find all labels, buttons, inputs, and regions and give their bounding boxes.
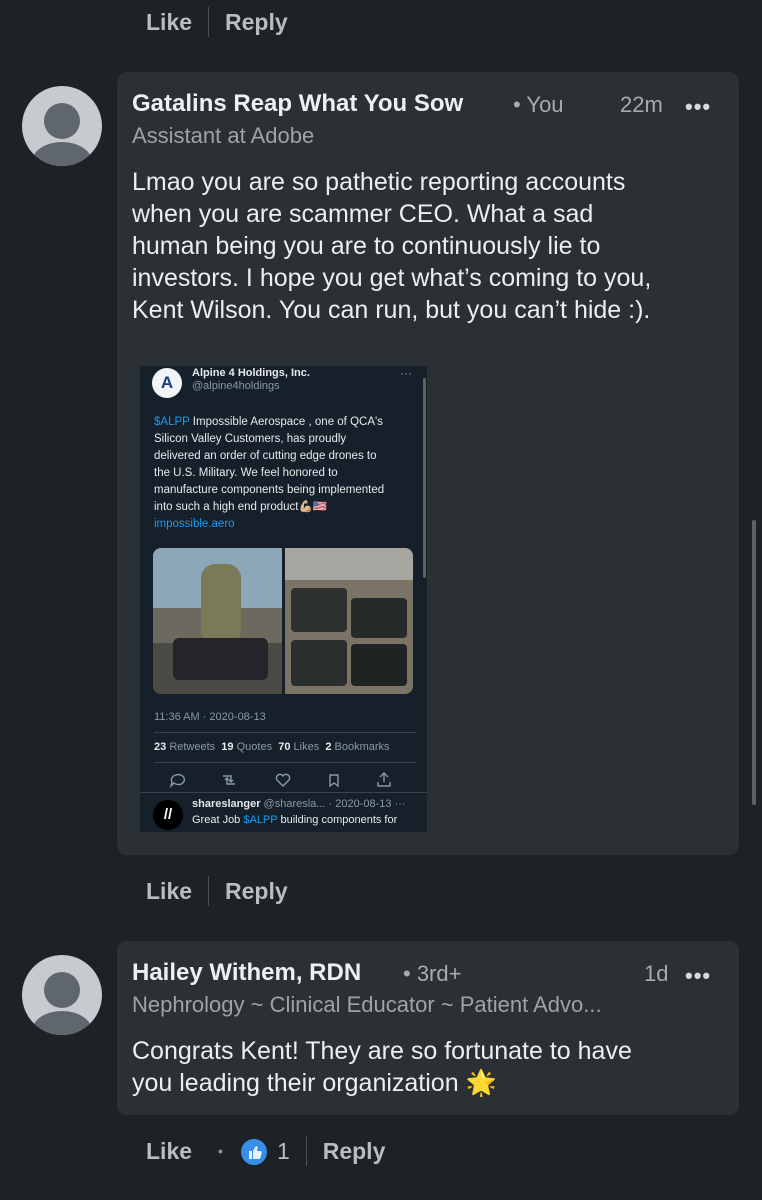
reply-avatar: // bbox=[153, 800, 183, 830]
author-headline: Assistant at Adobe bbox=[132, 123, 315, 148]
comment-text-line: Kent Wilson. You can run, but you can’t … bbox=[132, 296, 651, 324]
action-divider bbox=[305, 1136, 307, 1166]
avatar-body bbox=[32, 1011, 92, 1035]
comment-text: Lmao you are so pathetic reporting accou… bbox=[132, 166, 651, 326]
tweet-divider bbox=[140, 792, 427, 793]
comment-text-line: Lmao you are so pathetic reporting accou… bbox=[132, 168, 626, 196]
comment-actions: Like Reply bbox=[146, 871, 288, 911]
action-divider bbox=[208, 876, 210, 906]
retweet-icon bbox=[223, 775, 235, 785]
tweet-action-icons bbox=[169, 772, 391, 789]
reply-author: shareslanger bbox=[192, 798, 261, 810]
like-button[interactable]: Like bbox=[146, 1138, 192, 1165]
comment-actions: Like • 1 Reply bbox=[146, 1131, 385, 1171]
tweet-body-line: delivered an order of cutting edge drone… bbox=[154, 450, 377, 462]
tweet-body-line: $ALPP Impossible Aerospace , one of QCA'… bbox=[154, 414, 416, 431]
reply-button[interactable]: Reply bbox=[225, 9, 288, 36]
comment-text-line: when you are scammer CEO. What a sad bbox=[132, 200, 594, 228]
thumbs-up-icon bbox=[248, 1146, 262, 1159]
like-button[interactable]: Like bbox=[146, 878, 192, 905]
tweet-divider bbox=[154, 762, 416, 763]
tweet-body-line: Silicon Valley Customers, has proudly bbox=[154, 433, 347, 445]
tweet-stats: 23 Retweets 19 Quotes 70 Likes 2 Bookmar… bbox=[154, 741, 390, 753]
top-comment-actions: Like Reply bbox=[146, 2, 288, 42]
tweet-account-name: Alpine 4 Holdings, Inc. bbox=[192, 367, 310, 379]
comment-time: 22m bbox=[620, 92, 663, 117]
tweet-scrollbar bbox=[423, 378, 426, 578]
tweet-body-line: manufacture components being implemented bbox=[154, 484, 385, 496]
comment-author[interactable]: Hailey Withem, RDN bbox=[132, 959, 361, 987]
reply-text-prefix: Great Job bbox=[192, 814, 244, 826]
comment-text-line: human being you are to continuously lie … bbox=[132, 232, 601, 260]
reply-more-icon: ··· bbox=[394, 798, 406, 810]
likes-label: Likes bbox=[293, 741, 320, 753]
reply-button[interactable]: Reply bbox=[225, 878, 288, 905]
more-options-icon[interactable]: ••• bbox=[685, 963, 711, 989]
comment-text: Congrats Kent! They are so fortunate to … bbox=[132, 1035, 632, 1099]
avatar-head bbox=[44, 972, 80, 1008]
photo-sky bbox=[285, 548, 413, 580]
tweet-body-line: the U.S. Military. We feel honored to bbox=[154, 467, 338, 479]
bookmarks-count: 2 bbox=[325, 741, 332, 753]
reply-button[interactable]: Reply bbox=[323, 1138, 386, 1165]
reply-cashtag: $ALPP bbox=[243, 814, 278, 826]
avatar[interactable] bbox=[22, 86, 102, 166]
quotes-count: 19 bbox=[221, 741, 234, 753]
heart-icon bbox=[275, 773, 291, 787]
tweet-screenshot-image[interactable]: A Alpine 4 Holdings, Inc. @alpine4holdin… bbox=[140, 366, 427, 832]
photo-case-4 bbox=[351, 644, 407, 686]
photo-person bbox=[201, 564, 241, 644]
like-reaction-icon[interactable] bbox=[238, 1137, 269, 1167]
reaction-count[interactable]: 1 bbox=[277, 1138, 290, 1165]
quotes-label: Quotes bbox=[236, 741, 273, 753]
cashtag-link: $ALPP bbox=[154, 416, 190, 428]
photo-case-1 bbox=[291, 588, 347, 632]
tweet-photo-drones bbox=[285, 548, 413, 694]
avatar-body bbox=[32, 142, 92, 166]
tweet-divider bbox=[154, 732, 416, 733]
reply-text-suffix: building components for bbox=[277, 814, 398, 826]
comment-text-line: you leading their organization 🌟 bbox=[132, 1069, 497, 1097]
tweet-timestamp: 11:36 AM · 2020-08-13 bbox=[154, 711, 266, 723]
connection-degree: • 3rd+ bbox=[403, 961, 462, 986]
comment-time: 1d bbox=[644, 961, 669, 986]
retweets-count: 23 bbox=[154, 741, 167, 753]
avatar[interactable] bbox=[22, 955, 102, 1035]
reply-text: Great Job $ALPP building components for bbox=[192, 814, 397, 826]
connection-degree: • You bbox=[513, 92, 564, 117]
tweet-body-text: Impossible Aerospace , one of QCA's bbox=[189, 416, 383, 428]
page-scrollbar[interactable] bbox=[752, 520, 756, 805]
more-options-icon[interactable]: ••• bbox=[685, 94, 711, 120]
comment-author[interactable]: Gatalins Reap What You Sow bbox=[132, 90, 463, 118]
tweet-photo-soldier bbox=[153, 548, 282, 694]
photo-drone bbox=[173, 638, 268, 680]
avatar-head bbox=[44, 103, 80, 139]
comment-text-line: Congrats Kent! They are so fortunate to … bbox=[132, 1037, 632, 1065]
author-headline: Nephrology ~ Clinical Educator ~ Patient… bbox=[132, 992, 602, 1017]
separator-dot: • bbox=[218, 1143, 223, 1159]
reply-header: shareslanger @sharesla... · 2020-08-13 ·… bbox=[192, 798, 406, 810]
photo-case-3 bbox=[291, 640, 347, 686]
comment-bubble: Hailey Withem, RDN • 3rd+ 1d ••• Nephrol… bbox=[117, 941, 739, 1115]
photo-case-2 bbox=[351, 598, 407, 638]
reply-handle: @sharesla... · 2020-08-13 bbox=[263, 798, 392, 810]
tweet-body: $ALPP Impossible Aerospace , one of QCA'… bbox=[154, 414, 416, 533]
retweets-label: Retweets bbox=[169, 741, 216, 753]
tweet-more-icon: ··· bbox=[400, 366, 412, 380]
like-button[interactable]: Like bbox=[146, 9, 192, 36]
likes-count: 70 bbox=[278, 741, 291, 753]
tweet-link: impossible.aero bbox=[154, 518, 235, 530]
tweet-body-line: into such a high end product💪🏼🇺🇸 bbox=[154, 501, 328, 513]
bookmarks-label: Bookmarks bbox=[334, 741, 390, 753]
action-divider bbox=[208, 7, 210, 37]
share-icon bbox=[377, 772, 391, 787]
bookmark-icon bbox=[329, 774, 339, 788]
alpine4-logo: A bbox=[152, 368, 182, 398]
tweet-handle: @alpine4holdings bbox=[192, 380, 280, 392]
reply-icon bbox=[169, 773, 186, 789]
comment-text-line: investors. I hope you get what’s coming … bbox=[132, 264, 652, 292]
